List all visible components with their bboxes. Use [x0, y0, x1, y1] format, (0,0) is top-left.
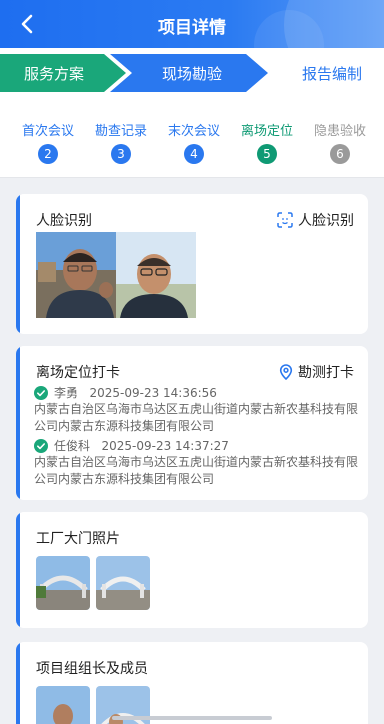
- card-accent-bar: [16, 512, 20, 628]
- check-circle-icon: [34, 386, 48, 400]
- card-title: 项目组组长及成员: [36, 661, 148, 677]
- progress-steps: 服务方案 现场勘验 报告编制: [0, 48, 384, 98]
- sub-tabs: 首次会议 2 勘查记录 3 末次会议 4 离场定位 5 隐患验收 6: [0, 98, 384, 178]
- card-accent-bar: [16, 194, 20, 334]
- card-title: 工厂大门照片: [36, 531, 120, 547]
- checkin-time: 2025-09-23 14:37:27: [101, 439, 229, 453]
- tab-number-badge: 3: [111, 144, 131, 164]
- survey-checkin-label: 勘测打卡: [298, 365, 354, 381]
- tab-label: 隐患验收: [313, 124, 366, 139]
- tab-departure-location[interactable]: 离场定位 5: [229, 120, 305, 164]
- tab-first-meeting[interactable]: 首次会议 2: [10, 120, 86, 164]
- face-scan-icon: [277, 212, 293, 228]
- step-report[interactable]: 报告编制: [302, 63, 362, 84]
- location-pin-icon: [279, 364, 293, 381]
- app-header: 项目详情: [0, 0, 384, 48]
- home-indicator: [112, 716, 272, 720]
- survey-checkin-button[interactable]: 勘测打卡: [279, 362, 354, 382]
- card-accent-bar: [16, 642, 20, 724]
- checkin-name: 任俊科: [54, 439, 91, 453]
- tab-hazard-acceptance[interactable]: 隐患验收 6: [302, 120, 378, 164]
- checkin-time: 2025-09-23 14:36:56: [89, 386, 217, 400]
- tab-label: 勘查记录: [94, 124, 147, 139]
- card-title: 离场定位打卡: [36, 365, 120, 381]
- check-circle-icon: [34, 439, 48, 453]
- tab-label: 首次会议: [21, 124, 74, 139]
- checkin-address: 内蒙古自治区乌海市乌达区五虎山街道内蒙古新农基科技有限公司内蒙古东源科技集团有限…: [34, 402, 359, 433]
- card-accent-bar: [16, 346, 20, 500]
- tab-number-badge: 5: [257, 144, 277, 164]
- tab-label: 末次会议: [167, 124, 220, 139]
- tab-last-meeting[interactable]: 末次会议 4: [156, 120, 232, 164]
- tab-number-badge: 2: [38, 144, 58, 164]
- team-photo[interactable]: [36, 686, 90, 724]
- gate-photo[interactable]: [96, 556, 150, 610]
- face-recognition-label: 人脸识别: [298, 213, 354, 229]
- page-title: 项目详情: [158, 18, 226, 38]
- checkin-name: 李勇: [54, 386, 79, 400]
- face-photo[interactable]: [36, 232, 116, 318]
- face-recognition-button[interactable]: 人脸识别: [277, 210, 354, 230]
- face-recognition-card: 人脸识别 人脸识别: [16, 194, 368, 334]
- checkin-record-header: 李勇 2025-09-23 14:36:56: [34, 384, 217, 401]
- tab-number-badge: 6: [330, 144, 350, 164]
- checkin-record-header: 任俊科 2025-09-23 14:37:27: [34, 437, 229, 454]
- factory-gate-photos-card: 工厂大门照片: [16, 512, 368, 628]
- checkin-address: 内蒙古自治区乌海市乌达区五虎山街道内蒙古新农基科技有限公司内蒙古东源科技集团有限…: [34, 455, 359, 486]
- card-title: 人脸识别: [36, 213, 92, 229]
- tab-survey-record[interactable]: 勘查记录 3: [83, 120, 159, 164]
- tab-number-badge: 4: [184, 144, 204, 164]
- step-site-survey[interactable]: 现场勘验: [162, 63, 222, 84]
- location-checkin-card: 离场定位打卡 勘测打卡 李勇 2025-09-23 14:36:56 内蒙古自治…: [16, 346, 368, 500]
- face-photo[interactable]: [116, 232, 196, 318]
- step-service-plan[interactable]: 服务方案: [24, 63, 84, 84]
- tab-label: 离场定位: [240, 124, 293, 139]
- gate-photo[interactable]: [36, 556, 90, 610]
- team-members-card: 项目组组长及成员: [16, 642, 368, 724]
